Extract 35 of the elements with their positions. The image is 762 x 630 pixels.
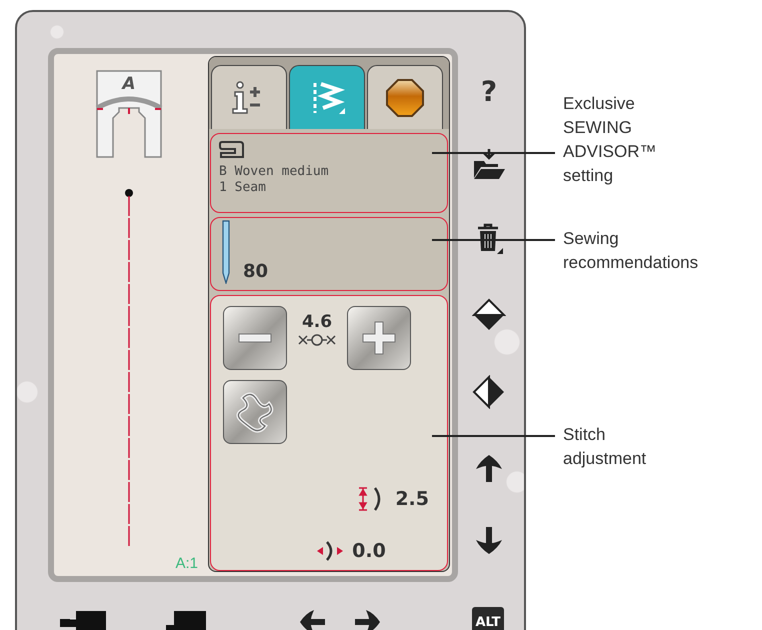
stitch-width-icon (297, 334, 337, 346)
arrow-left-icon[interactable] (298, 609, 326, 630)
technique-label: 1 Seam (219, 180, 267, 196)
alt-button[interactable]: ALT (472, 607, 504, 630)
balance-icon (316, 540, 344, 562)
callout-label: Sewing recommendations (563, 228, 698, 274)
mirror-horizontal-icon[interactable] (472, 375, 506, 410)
arrow-up-icon[interactable] (474, 452, 504, 483)
fabric-label: B Woven medium (219, 164, 330, 180)
presser-foot-icon[interactable] (164, 611, 206, 630)
arrow-down-icon[interactable] (474, 526, 504, 556)
callout-label: Stitch adjustment (563, 424, 646, 470)
stitch-code: A:1 (175, 555, 198, 572)
needle-icon (221, 220, 231, 284)
screen-tab[interactable] (211, 65, 287, 129)
folder-icon[interactable] (472, 149, 506, 180)
arrow-right-icon[interactable] (354, 609, 382, 630)
callout-label: Exclusive SEWING ADVISOR™ setting (563, 93, 657, 187)
foot-label: A (120, 74, 137, 94)
screen-tab[interactable] (289, 65, 365, 129)
octagon-icon (385, 78, 425, 118)
stitch-width-value: 4.6 (302, 312, 332, 332)
stitch-pattern-button[interactable] (223, 380, 287, 444)
stitch-length-value: 2.5 (395, 488, 429, 510)
needle-size: 80 (243, 261, 268, 282)
balance-value: 0.0 (352, 540, 386, 562)
increase-button[interactable] (347, 306, 411, 370)
sewing-machine-icon (219, 140, 245, 160)
presser-foot-icon[interactable] (58, 611, 106, 630)
help-button[interactable]: ? (480, 78, 498, 106)
plus-icon (362, 321, 396, 355)
mirror-vertical-icon[interactable] (472, 298, 506, 332)
screen-tab[interactable] (367, 65, 443, 129)
minus-icon (238, 333, 272, 343)
decrease-button[interactable] (223, 306, 287, 370)
